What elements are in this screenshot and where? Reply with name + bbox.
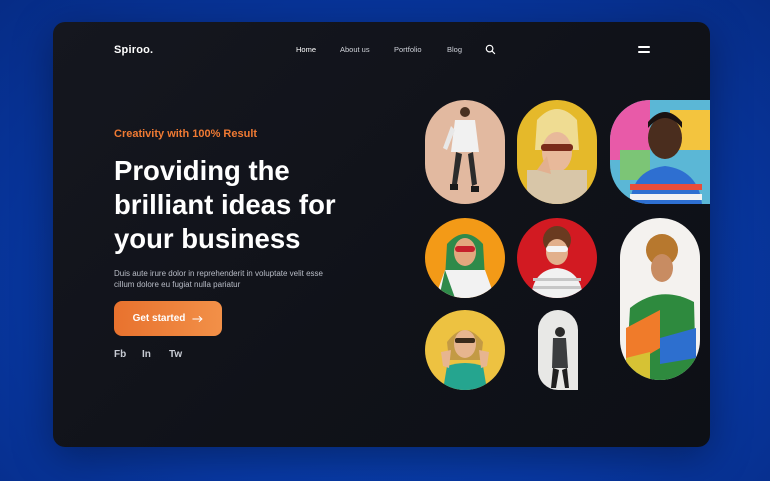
gallery-photo-colorful-hoodie	[620, 218, 700, 380]
headline-line-3: your business	[114, 223, 301, 254]
landing-page-window: Spiroo. Home About us Portfolio Blog Cre…	[53, 22, 710, 447]
gallery-photo-curly-hair-red	[517, 218, 597, 298]
gallery-photo-man-graffiti	[610, 100, 710, 204]
hero-description: Duis aute irure dolor in reprehenderit i…	[114, 268, 364, 290]
hero-tagline: Creativity with 100% Result	[114, 128, 258, 140]
brand-logo[interactable]: Spiroo.	[114, 44, 153, 56]
social-link-facebook[interactable]: Fb	[114, 349, 126, 360]
gallery-photo-blonde-sunglasses	[517, 100, 597, 204]
gallery-photo-hooded-red-glasses	[425, 218, 505, 298]
get-started-label: Get started	[132, 313, 186, 324]
nav-portfolio[interactable]: Portfolio	[394, 45, 422, 54]
gallery-photo-woman-yellow	[425, 310, 505, 390]
headline-line-1: Providing the	[114, 155, 290, 186]
social-link-twitter[interactable]: Tw	[169, 349, 182, 360]
hero-headline: Providing the brilliant ideas for your b…	[114, 154, 384, 256]
arrow-right-icon	[192, 315, 204, 322]
menu-icon[interactable]	[638, 46, 650, 54]
description-line-1: Duis aute irure dolor in reprehenderit i…	[114, 269, 324, 278]
social-link-linkedin[interactable]: In	[142, 349, 151, 360]
description-line-2: cillum dolore eu fugiat nulla pariatur	[114, 280, 241, 289]
search-icon[interactable]	[485, 44, 496, 55]
gallery-photo-figure-dark	[538, 310, 578, 390]
nav-home[interactable]: Home	[296, 45, 316, 54]
nav-about-us[interactable]: About us	[340, 45, 370, 54]
nav-blog[interactable]: Blog	[447, 45, 462, 54]
get-started-button[interactable]: Get started	[114, 301, 222, 336]
headline-line-2: brilliant ideas for	[114, 189, 336, 220]
gallery-photo-woman-white-jacket	[425, 100, 505, 204]
